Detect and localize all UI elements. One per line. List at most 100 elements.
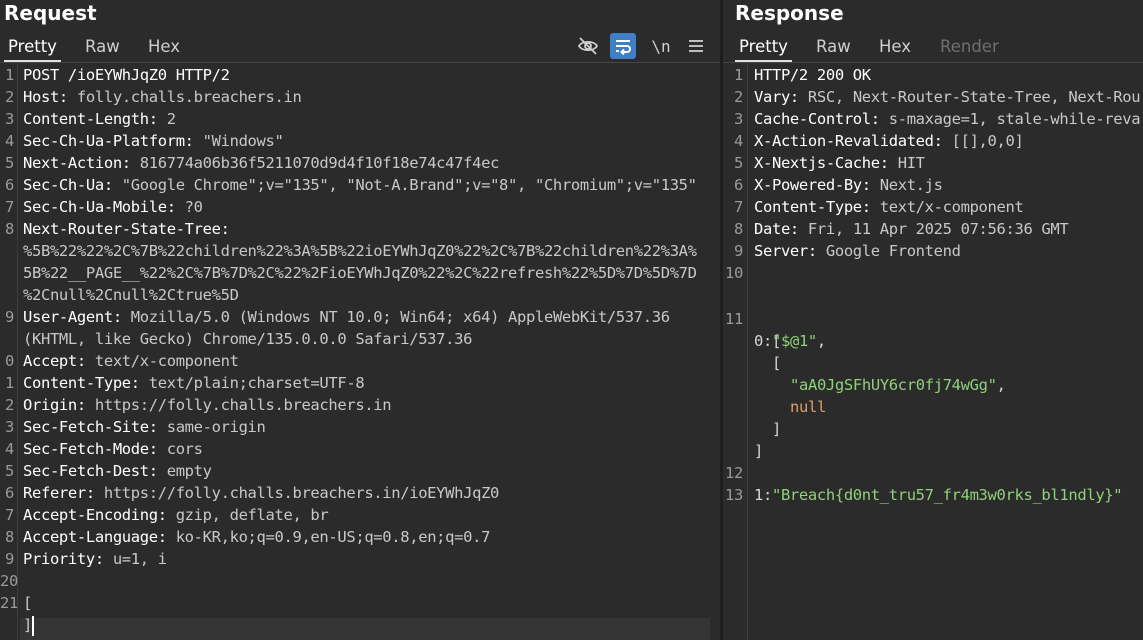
header-value: empty (157, 462, 212, 480)
line-number: 4 (734, 132, 743, 150)
header-value: "Google Chrome";v="135", "Not-A.Brand";v… (112, 176, 697, 194)
header-name: Sec-Ch-Ua: (23, 176, 113, 194)
header-value: 2 (157, 110, 176, 128)
tab-raw[interactable]: Raw (81, 32, 124, 62)
response-pane: Response Pretty Raw Hex Render 11 0:[ "$… (723, 0, 1143, 640)
line-number: 21 (0, 594, 18, 612)
hamburger-menu-icon[interactable] (683, 33, 709, 59)
line-number: 9 (5, 308, 14, 326)
header-value: ] (23, 616, 32, 634)
header-name: Sec-Ch-Ua-Mobile: (23, 198, 176, 216)
json-string: "$@1" (772, 332, 817, 350)
header-name: Next-Router-State-Tree: (23, 220, 230, 238)
header-name: X-Action-Revalidated: (754, 132, 943, 150)
header-value: HIT (888, 154, 925, 172)
text-caret (31, 615, 34, 636)
header-name: POST /ioEYWhJqZ0 HTTP/2 (23, 66, 230, 84)
header-value: "Windows" (193, 132, 284, 150)
header-value: RSC, Next-Router-State-Tree, Next-Rou (798, 88, 1141, 106)
code-line: ] (723, 396, 781, 438)
header-name: User-Agent: (23, 308, 122, 326)
header-name: Sec-Ch-Ua-Platform: (23, 132, 194, 150)
json-comma: , (996, 376, 1006, 394)
header-name: Content-Type: (754, 198, 871, 216)
header-name: Sec-Fetch-Site: (23, 418, 158, 436)
header-name: X-Powered-By: (754, 176, 871, 194)
header-name: Sec-Fetch-Dest: (23, 462, 158, 480)
response-editor[interactable]: 11 0:[ "$@1", [ "aA0JgSFhUY6cr0fj74wGg",… (723, 64, 1143, 640)
header-name: Next-Action: (23, 154, 131, 172)
json-null: null (790, 398, 826, 416)
line-number: 8 (5, 220, 14, 238)
line-number: 3 (5, 418, 14, 436)
word-wrap-icon[interactable] (610, 33, 636, 59)
line-number: 6 (5, 484, 14, 502)
header-value: https://folly.challs.breachers.in (85, 396, 392, 414)
header-value: (KHTML, like Gecko) Chrome/135.0.0.0 Saf… (23, 330, 473, 348)
request-title: Request (4, 1, 97, 25)
header-value: Fri, 11 Apr 2025 07:56:36 GMT (798, 220, 1069, 238)
header-name: Priority: (23, 550, 104, 568)
line-number: 3 (734, 110, 743, 128)
header-name: Host: (23, 88, 68, 106)
line-number: 10 (725, 264, 743, 282)
header-value: same-origin (157, 418, 266, 436)
header-name: Accept-Encoding: (23, 506, 167, 524)
code-line: 12 1:"Breach{d0nt_tru57_fr4m3w0rks_bl1nd… (723, 440, 1123, 504)
line-number: 1 (5, 374, 14, 392)
header-name: X-Nextjs-Cache: (754, 154, 889, 172)
header-value: %5B%22%22%2C%7B%22children%22%3A%5B%22io… (23, 242, 697, 260)
line-number: 5 (5, 154, 14, 172)
line-number: 4 (5, 440, 14, 458)
code-line: null (723, 374, 826, 416)
header-value: ko-KR,ko;q=0.9,en-US;q=0.8,en;q=0.7 (166, 528, 491, 546)
code-line: "$@1", (723, 308, 826, 350)
header-value: [[],0,0] (942, 132, 1024, 150)
header-value: s-maxage=1, stale-while-reva (879, 110, 1141, 128)
line-number: 0 (5, 352, 14, 370)
tab-hex[interactable]: Hex (144, 32, 184, 62)
tab-pretty[interactable]: Pretty (735, 32, 792, 62)
line-number: 5 (5, 462, 14, 480)
line-number: 2 (734, 88, 743, 106)
request-editor[interactable]: 1 POST /ioEYWhJqZ0 HTTP/2 2 Host: folly.cha… (0, 64, 720, 640)
eye-slash-icon[interactable] (575, 33, 601, 59)
header-name: Content-Length: (23, 110, 158, 128)
header-name: Accept-Language: (23, 528, 167, 546)
line-number: 8 (5, 528, 14, 546)
header-value: https://folly.challs.breachers.in/ioEYWh… (94, 484, 500, 502)
header-value: folly.challs.breachers.in (67, 88, 302, 106)
newline-label: \n (651, 36, 671, 56)
code-line: ] (723, 418, 777, 460)
header-name: Accept: (23, 352, 86, 370)
line-number: 7 (5, 506, 14, 524)
code-line: 11 0:[ (723, 286, 781, 350)
header-value: text/x-component (85, 352, 239, 370)
header-name: HTTP/2 200 OK (754, 66, 871, 84)
header-name: Content-Type: (23, 374, 140, 392)
response-title: Response (735, 1, 844, 25)
newline-toggle-button[interactable]: \n (648, 33, 674, 59)
tab-pretty[interactable]: Pretty (4, 32, 61, 62)
line-number: 3 (5, 110, 14, 128)
line-number: 20 (0, 572, 18, 590)
header-name: Cache-Control: (754, 110, 880, 128)
flag-string: "Breach{d0nt_tru57_fr4m3w0rks_bl1ndly}" (771, 486, 1123, 504)
code-line: [ (723, 330, 781, 372)
code-line: "aA0JgSFhUY6cr0fj74wGg", (723, 352, 1006, 394)
header-value: Next.js (870, 176, 943, 194)
tab-hex[interactable]: Hex (875, 32, 915, 62)
line-number: 1 (734, 66, 743, 84)
line-number: 1 (5, 66, 14, 84)
line-number: 2 (5, 396, 14, 414)
header-value: 5B%22__PAGE__%22%2C%7B%7D%2C%22%2FioEYWh… (23, 264, 697, 282)
tab-render[interactable]: Render (936, 32, 1003, 62)
header-value: %2Cnull%2Cnull%2Ctrue%5D (23, 286, 239, 304)
header-value: cors (157, 440, 203, 458)
line-number: 8 (734, 220, 743, 238)
header-name: Vary: (754, 88, 799, 106)
line-number: 2 (5, 88, 14, 106)
header-name: Origin: (23, 396, 86, 414)
tab-raw[interactable]: Raw (812, 32, 855, 62)
json-comma: , (816, 332, 826, 350)
